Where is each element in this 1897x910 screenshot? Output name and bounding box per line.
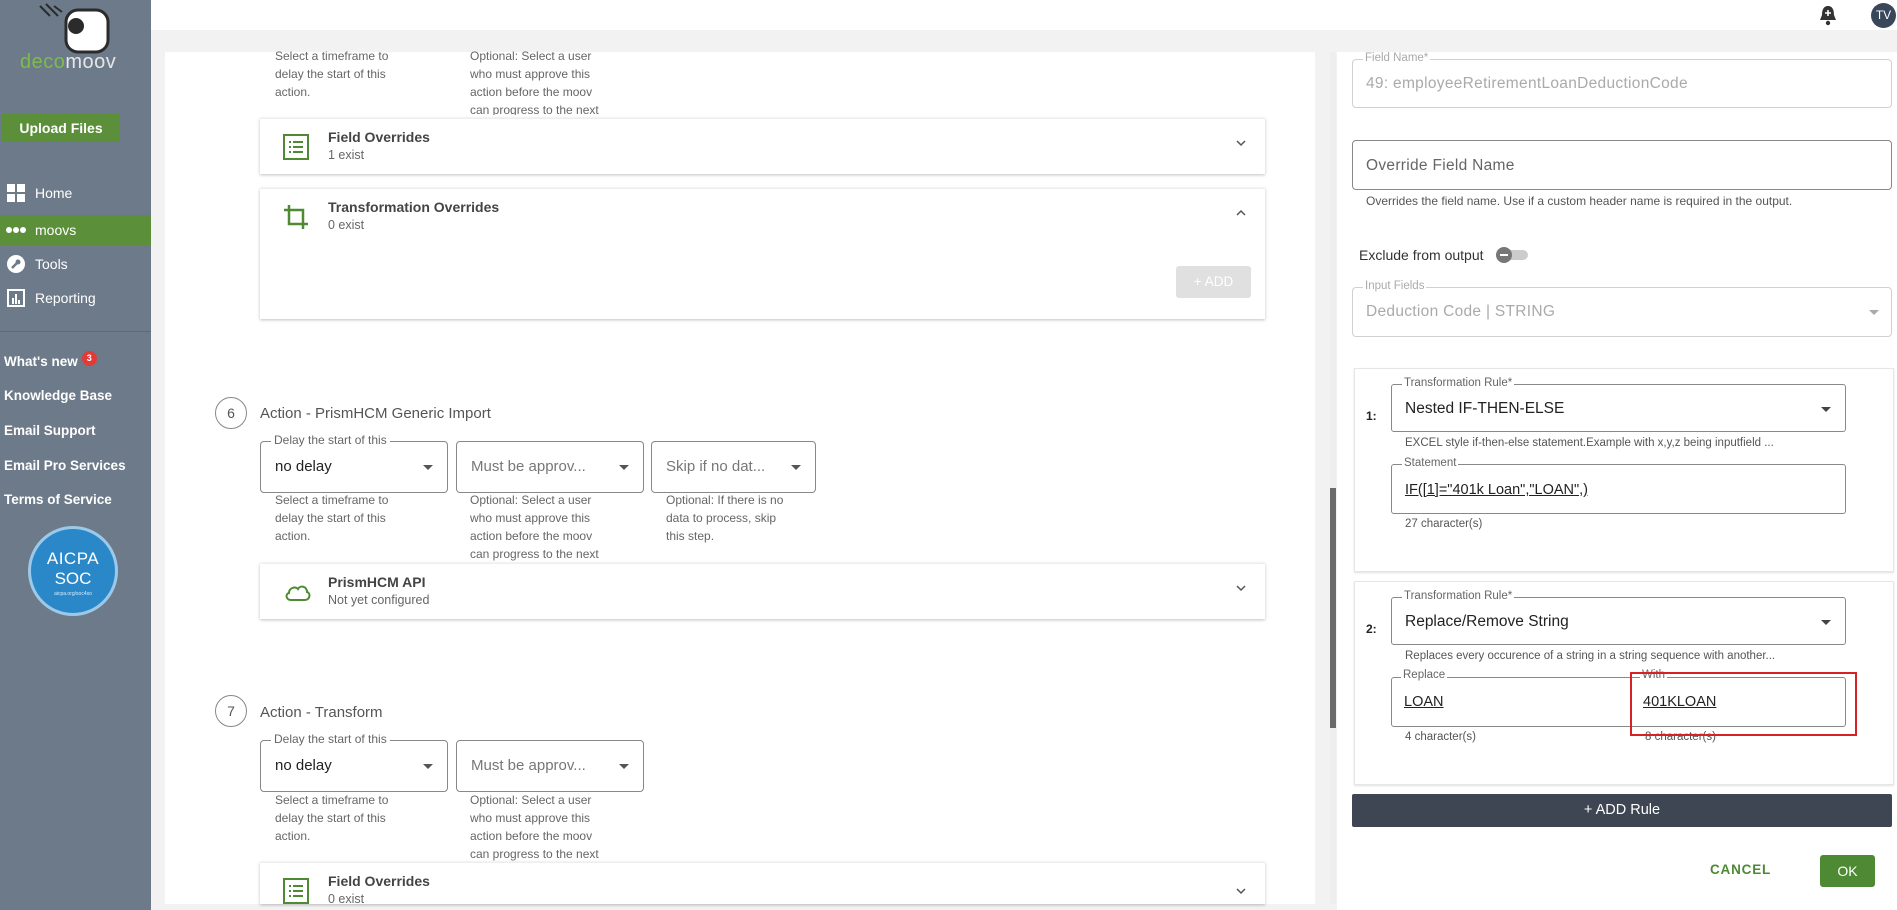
prismhcm-api-card[interactable]: PrismHCM API Not yet configured [260,563,1265,619]
card-subtitle: Not yet configured [328,593,430,607]
user-avatar[interactable]: TV [1871,3,1896,28]
dropdown-arrow-icon [423,465,433,470]
wrench-icon [6,254,26,274]
add-transformation-button[interactable]: + ADD [1176,266,1251,298]
nav-item-home[interactable]: Home [0,178,151,208]
dots-icon [6,220,26,240]
cancel-button[interactable]: CANCEL [1710,862,1771,877]
character-count: 27 character(s) [1405,518,1483,530]
dropdown-arrow-icon [1821,620,1831,625]
sidebar: decomoov Upload Files Home moovs Tools R… [0,0,151,910]
list-icon [283,878,309,904]
card-title: Field Overrides [328,129,430,145]
nav-item-moovs[interactable]: moovs [0,215,151,245]
delay-select[interactable]: Delay the start of this no delay [260,732,448,792]
approval-helper-text: Optional: Select a user who must approve… [470,793,599,861]
brand-name: decomoov [20,51,117,73]
override-help-text: Overrides the field name. Use if a custo… [1366,194,1793,208]
aicpa-soc-badge: AICPA SOC aicpa.org/soc4so [28,526,118,616]
field-name-input: Field Name* 49: employeeRetirementLoanDe… [1352,52,1892,108]
delay-helper-text: Select a timeframe to delay the start of… [275,493,389,543]
nav-item-reporting[interactable]: Reporting [0,283,151,313]
field-overrides-card[interactable]: Field Overrides 1 exist [260,118,1265,174]
chevron-down-icon[interactable] [1235,137,1247,149]
override-field-name-input[interactable]: Override Field Name [1352,140,1892,190]
chevron-down-icon[interactable] [1235,885,1247,897]
chevron-down-icon[interactable] [1235,582,1247,594]
approval-select[interactable]: Must be approv... [456,740,644,792]
statement-input[interactable]: Statement IF([1]="401k Loan","LOAN",) [1391,457,1846,514]
rule-number: 2: [1366,622,1377,636]
delay-helper-text: Select a timeframe to delay the start of… [275,793,389,843]
bell-icon[interactable] [1818,4,1838,26]
character-count: 4 character(s) [1405,731,1476,743]
whats-new-link[interactable]: What's new 3 [4,351,97,369]
top-bar [151,0,1897,30]
approval-helper-text: Optional: Select a user who must approve… [470,493,599,561]
dropdown-arrow-icon [791,465,801,470]
knowledge-base-link[interactable]: Knowledge Base [4,388,112,403]
skip-select[interactable]: Skip if no dat... [651,441,816,493]
grid-icon [6,183,26,203]
chevron-up-icon[interactable] [1235,207,1247,219]
email-support-link[interactable]: Email Support [4,423,96,438]
rule-help-text: EXCEL style if-then-else statement.Examp… [1405,437,1774,449]
nav-label: Home [35,185,73,201]
card-title: PrismHCM API [328,574,426,590]
crop-icon [284,205,308,229]
nav-label: Tools [35,256,68,272]
exclude-label: Exclude from output [1359,247,1484,263]
add-rule-button[interactable]: + ADD Rule [1352,794,1892,827]
approval-helper-text: Optional: Select a user who must approve… [470,49,599,115]
ok-button[interactable]: OK [1820,855,1875,887]
field-overrides-card[interactable]: Field Overrides 0 exist [260,862,1265,904]
dropdown-arrow-icon [619,764,629,769]
divider [0,331,151,332]
step-number: 7 [215,695,247,727]
nav-item-tools[interactable]: Tools [0,249,151,279]
nav-label: moovs [35,222,77,238]
dropdown-arrow-icon [423,764,433,769]
chart-icon [6,288,26,308]
step-number: 6 [215,397,247,429]
cloud-icon [285,585,311,601]
email-pro-services-link[interactable]: Email Pro Services [4,458,126,473]
rule-help-text: Replaces every occurence of a string in … [1405,650,1776,662]
card-title: Transformation Overrides [328,199,500,215]
card-subtitle: 1 exist [328,148,365,162]
skip-helper-text: Optional: If there is no data to process… [666,493,784,543]
scrollbar-track[interactable] [1330,52,1336,904]
input-fields-select: Input Fields Deduction Code | STRING [1352,280,1892,337]
dropdown-arrow-icon [619,465,629,470]
notification-badge: 3 [81,351,97,366]
scrollbar-thumb[interactable] [1330,488,1336,728]
exclude-toggle[interactable] [1496,247,1530,263]
transformation-overrides-card: Transformation Overrides 0 exist + ADD [260,188,1265,319]
highlight-box [1630,672,1857,736]
terms-of-service-link[interactable]: Terms of Service [4,492,112,507]
card-subtitle: 0 exist [328,218,365,232]
transformation-rule-select[interactable]: Transformation Rule* Replace/Remove Stri… [1391,590,1846,645]
step-title: Action - PrismHCM Generic Import [260,405,491,422]
card-title: Field Overrides [328,873,430,889]
list-icon [283,134,309,160]
approval-select[interactable]: Must be approv... [456,441,644,493]
upload-files-button[interactable]: Upload Files [2,114,120,142]
card-subtitle: 0 exist [328,892,365,904]
replace-input[interactable]: Replace LOAN [1391,669,1621,727]
transformation-rule-select[interactable]: Transformation Rule* Nested IF-THEN-ELSE [1391,377,1846,432]
step-title: Action - Transform [260,704,383,721]
rule-number: 1: [1366,409,1377,423]
delay-select[interactable]: Delay the start of this no delay [260,433,448,493]
nav-label: Reporting [35,290,96,306]
dropdown-arrow-icon [1821,407,1831,412]
dropdown-arrow-icon [1869,310,1879,315]
delay-helper-text: Select a timeframe to delay the start of… [275,49,389,99]
